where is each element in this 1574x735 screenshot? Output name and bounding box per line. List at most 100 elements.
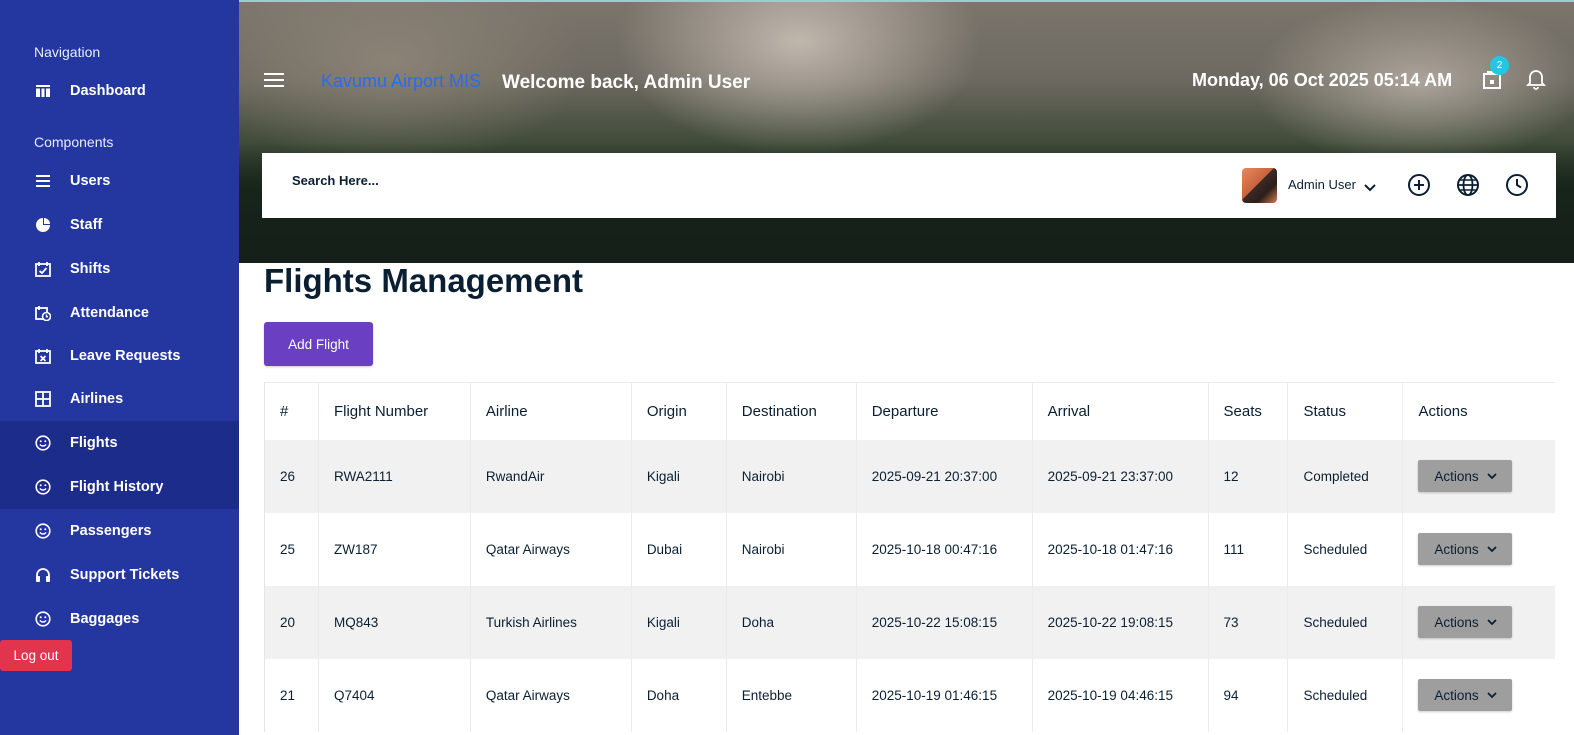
bell-icon[interactable]	[1525, 68, 1547, 95]
cell-flight-number: Q7404	[317, 658, 471, 732]
actions-label: Actions	[1434, 687, 1479, 703]
sidebar-item-label: Flight History	[70, 479, 164, 495]
sidebar-item-label: Flights	[70, 435, 118, 451]
sidebar-item-passengers[interactable]: Passengers	[0, 509, 239, 553]
sidebar-item-flight-history[interactable]: Flight History	[0, 465, 239, 509]
cell-destination: Entebbe	[725, 658, 857, 732]
column-header: Arrival	[1031, 382, 1209, 440]
sidebar-item-baggages[interactable]: Baggages	[0, 597, 239, 641]
sidebar-item-attendance[interactable]: Attendance	[0, 291, 239, 335]
table-row: 21 Q7404 Qatar Airways Doha Entebbe 2025…	[264, 658, 1555, 732]
column-header: Actions	[1402, 382, 1555, 440]
column-header: Departure	[855, 382, 1033, 440]
chevron-down-icon	[1486, 545, 1497, 552]
cell-id: 21	[264, 658, 319, 732]
actions-dropdown-button[interactable]: Actions	[1418, 460, 1513, 492]
column-header: Origin	[630, 382, 727, 440]
cell-flight-number: MQ843	[317, 585, 471, 659]
app-brand[interactable]: Kavumu Airport MIS	[321, 71, 481, 92]
smiley-icon	[34, 610, 52, 628]
sidebar-item-label: Users	[70, 173, 111, 189]
column-header: Seats	[1207, 382, 1288, 440]
cell-seats: 12	[1207, 439, 1288, 513]
calendar-clock-icon	[34, 304, 52, 322]
actions-dropdown-button[interactable]: Actions	[1418, 679, 1513, 711]
sidebar-item-label: Passengers	[70, 523, 152, 539]
cell-actions: Actions	[1402, 658, 1555, 732]
clock-icon[interactable]	[1505, 173, 1529, 202]
sidebar: Navigation Dashboard Components Users St…	[0, 0, 239, 735]
sidebar-item-label: Staff	[70, 217, 103, 233]
cell-destination: Nairobi	[725, 439, 857, 513]
grid-icon	[34, 390, 52, 408]
avatar[interactable]	[1242, 168, 1277, 203]
cell-actions: Actions	[1402, 439, 1555, 513]
sidebar-item-dashboard[interactable]: Dashboard	[0, 69, 239, 113]
list-icon	[34, 172, 52, 190]
search-toolbar: Admin User	[262, 153, 1556, 218]
cell-airline: Qatar Airways	[469, 658, 632, 732]
smiley-icon	[34, 434, 52, 452]
cell-status: Scheduled	[1287, 512, 1403, 586]
sidebar-item-label: Leave Requests	[70, 348, 181, 364]
sidebar-item-leave-requests[interactable]: Leave Requests	[0, 334, 239, 378]
cell-id: 20	[264, 585, 319, 659]
cell-origin: Kigali	[630, 585, 727, 659]
cell-departure: 2025-10-22 15:08:15	[855, 585, 1033, 659]
actions-label: Actions	[1434, 468, 1479, 484]
cell-origin: Dubai	[630, 512, 727, 586]
column-header: Airline	[469, 382, 632, 440]
cell-status: Scheduled	[1287, 585, 1403, 659]
cell-arrival: 2025-10-22 19:08:15	[1031, 585, 1209, 659]
sidebar-section-navigation: Navigation	[34, 44, 101, 60]
cell-arrival: 2025-10-18 01:47:16	[1031, 512, 1209, 586]
user-menu-name[interactable]: Admin User	[1288, 177, 1356, 192]
cell-airline: Turkish Airlines	[469, 585, 632, 659]
sidebar-item-label: Airlines	[70, 391, 124, 407]
cell-departure: 2025-09-21 20:37:00	[855, 439, 1033, 513]
sidebar-item-flights[interactable]: Flights	[0, 421, 239, 465]
cell-departure: 2025-10-19 01:46:15	[855, 658, 1033, 732]
column-header: Destination	[725, 382, 857, 440]
table-row: 25 ZW187 Qatar Airways Dubai Nairobi 202…	[264, 512, 1555, 586]
sidebar-item-label: Attendance	[70, 305, 149, 321]
column-header: Status	[1287, 382, 1403, 440]
cell-flight-number: ZW187	[317, 512, 471, 586]
cell-origin: Doha	[630, 658, 727, 732]
sidebar-item-label: Dashboard	[70, 83, 146, 99]
sidebar-item-shifts[interactable]: Shifts	[0, 247, 239, 291]
cell-airline: Qatar Airways	[469, 512, 632, 586]
search-input[interactable]	[292, 173, 692, 188]
cell-flight-number: RWA2111	[317, 439, 471, 513]
cell-arrival: 2025-10-19 04:46:15	[1031, 658, 1209, 732]
current-datetime: Monday, 06 Oct 2025 05:14 AM	[1192, 70, 1453, 90]
welcome-message: Welcome back, Admin User	[502, 72, 751, 93]
cell-arrival: 2025-09-21 23:37:00	[1031, 439, 1209, 513]
chevron-down-icon[interactable]	[1364, 179, 1376, 197]
cell-actions: Actions	[1402, 585, 1555, 659]
globe-icon[interactable]	[1456, 173, 1480, 202]
headset-icon	[34, 566, 52, 584]
sidebar-item-staff[interactable]: Staff	[0, 203, 239, 247]
smiley-icon	[34, 478, 52, 496]
actions-dropdown-button[interactable]: Actions	[1418, 533, 1513, 565]
cell-seats: 111	[1207, 512, 1288, 586]
sidebar-item-label: Support Tickets	[70, 567, 180, 583]
smiley-icon	[34, 522, 52, 540]
cell-departure: 2025-10-18 00:47:16	[855, 512, 1033, 586]
logout-button[interactable]: Log out	[0, 640, 72, 671]
sidebar-item-support-tickets[interactable]: Support Tickets	[0, 553, 239, 597]
sidebar-section-components: Components	[34, 134, 114, 150]
menu-toggle-icon[interactable]	[264, 73, 284, 87]
add-flight-button[interactable]: Add Flight	[264, 322, 373, 366]
sidebar-item-users[interactable]: Users	[0, 159, 239, 203]
table-header-row: # Flight Number Airline Origin Destinati…	[264, 382, 1555, 440]
cell-actions: Actions	[1402, 512, 1555, 586]
sidebar-item-airlines[interactable]: Airlines	[0, 377, 239, 421]
table-row: 26 RWA2111 RwandAir Kigali Nairobi 2025-…	[264, 439, 1555, 513]
sidebar-item-label: Shifts	[70, 261, 111, 277]
add-circle-icon[interactable]	[1407, 173, 1431, 202]
cell-seats: 73	[1207, 585, 1288, 659]
cell-id: 25	[264, 512, 319, 586]
actions-dropdown-button[interactable]: Actions	[1418, 606, 1513, 638]
